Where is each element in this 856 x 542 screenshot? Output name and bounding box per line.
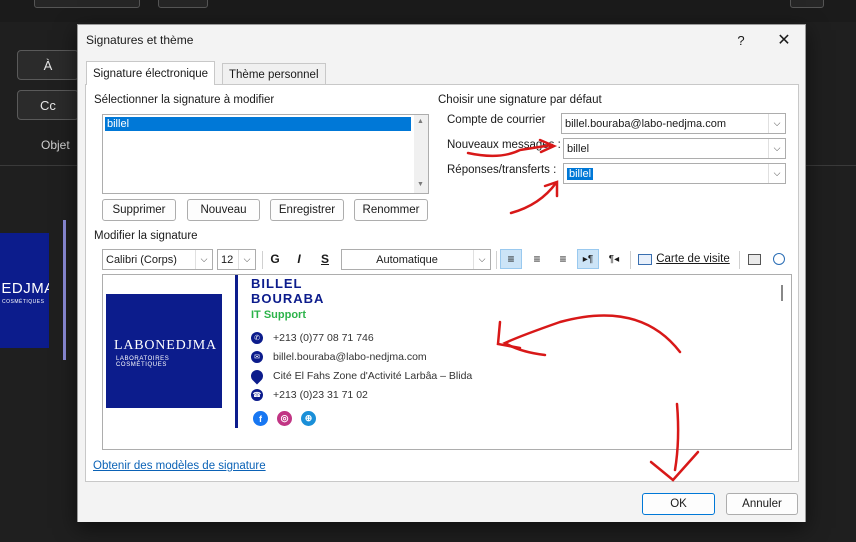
signature-mobile-row: ✆ +213 (0)77 08 71 746 [251, 332, 374, 344]
scroll-up-icon[interactable]: ▲ [417, 118, 424, 125]
underline-button[interactable]: S [316, 249, 334, 269]
mail-icon: ✉ [251, 351, 263, 363]
business-card-label: Carte de visite [656, 253, 730, 265]
chevron-down-icon[interactable]: ⌵ [238, 250, 255, 269]
background-topbar [0, 0, 856, 22]
signature-address-row: Cité El Fahs Zone d'Activité Larbâa – Bl… [248, 367, 473, 385]
background-logo-text: LABONEDJMA [0, 280, 49, 297]
insert-link-icon[interactable] [769, 249, 789, 269]
close-icon[interactable]: ✕ [772, 29, 796, 51]
signatures-dialog: Signatures et thème ? ✕ Signature électr… [77, 24, 806, 522]
save-button[interactable]: Enregistrer [270, 199, 344, 221]
tab-panel: Sélectionner la signature à modifier bil… [85, 84, 799, 482]
dialog-footer: OK Annuler [78, 484, 805, 522]
replies-label: Réponses/transferts : [447, 164, 557, 176]
select-signature-label: Sélectionner la signature à modifier [94, 94, 275, 106]
instagram-icon[interactable]: ◎ [277, 411, 292, 426]
signature-email: billel.bouraba@labo-nedjma.com [273, 351, 427, 363]
signature-listbox[interactable]: billel ▲ ▼ [102, 114, 429, 194]
location-icon [248, 367, 266, 385]
background-toolbar-block [790, 0, 824, 8]
italic-button[interactable]: I [290, 249, 308, 269]
font-value: Calibri (Corps) [106, 253, 177, 266]
fax-icon: ☎ [251, 389, 263, 401]
signature-divider [235, 275, 238, 428]
scroll-down-icon[interactable]: ▼ [417, 181, 424, 188]
toolbar-divider [496, 251, 497, 269]
chevron-down-icon[interactable]: ⌵ [768, 164, 785, 183]
help-icon[interactable]: ? [730, 29, 752, 51]
edit-signature-label: Modifier la signature [94, 230, 198, 242]
align-left-icon[interactable]: ≡ [500, 249, 522, 269]
ok-button[interactable]: OK [642, 493, 715, 515]
font-size-select[interactable]: 12 ⌵ [217, 249, 256, 270]
new-messages-label: Nouveaux messages : [447, 139, 561, 151]
website-icon[interactable]: ⊕ [301, 411, 316, 426]
account-label: Compte de courrier [447, 114, 546, 126]
listbox-scrollbar[interactable]: ▲ ▼ [414, 115, 428, 193]
account-value: billel.bouraba@labo-nedjma.com [565, 117, 726, 130]
tab-electronic-signature[interactable]: Signature électronique [86, 61, 216, 85]
background-toolbar-block [34, 0, 140, 8]
signature-phone: +213 (0)23 31 71 02 [273, 389, 368, 401]
business-card-icon [638, 253, 653, 265]
signature-logo-text: LABONEDJMA [114, 338, 217, 353]
chevron-down-icon[interactable]: ⌵ [195, 250, 212, 269]
new-button[interactable]: Nouveau [187, 199, 260, 221]
replies-select[interactable]: billel ⌵ [563, 163, 786, 184]
editor-scrollbar[interactable] [781, 285, 783, 301]
to-button[interactable]: À [17, 50, 79, 80]
subject-label: Objet [41, 138, 70, 152]
signature-logo: LABONEDJMA LABORATOIRES COSMÉTIQUES [106, 294, 222, 408]
background-logo-subtext: COSMÉTIQUES [2, 299, 45, 305]
signature-logo-subtext: LABORATOIRES COSMÉTIQUES [116, 356, 170, 368]
signature-last-name: BOURABA [251, 291, 325, 306]
toolbar-divider [630, 251, 631, 269]
account-select[interactable]: billel.bouraba@labo-nedjma.com ⌵ [561, 113, 786, 134]
signature-phone-row: ☎ +213 (0)23 31 71 02 [251, 389, 368, 401]
replies-value: billel [567, 167, 594, 180]
chevron-down-icon[interactable]: ⌵ [473, 250, 490, 269]
business-card-button[interactable]: Carte de visite [635, 249, 733, 269]
signature-address: Cité El Fahs Zone d'Activité Larbâa – Bl… [273, 370, 473, 382]
toolbar-divider [739, 251, 740, 269]
facebook-icon[interactable]: f [253, 411, 268, 426]
bold-button[interactable]: G [266, 249, 284, 269]
font-color-value: Automatique [376, 253, 438, 266]
font-size-value: 12 [221, 253, 234, 266]
ltr-paragraph-icon[interactable]: ▸¶ [577, 249, 599, 269]
background-signature-bar [63, 220, 66, 360]
chevron-down-icon[interactable]: ⌵ [768, 139, 785, 158]
signature-role: IT Support [251, 309, 306, 321]
toolbar-divider [262, 251, 263, 269]
cancel-button[interactable]: Annuler [726, 493, 798, 515]
rtl-paragraph-icon[interactable]: ¶◂ [603, 249, 625, 269]
default-signature-label: Choisir une signature par défaut [438, 94, 602, 106]
new-messages-value: billel [567, 142, 590, 155]
background-toolbar-block [158, 0, 208, 8]
get-signature-templates-link[interactable]: Obtenir des modèles de signature [93, 460, 266, 472]
signature-editor[interactable]: LABONEDJMA LABORATOIRES COSMÉTIQUES BILL… [102, 274, 792, 450]
align-center-icon[interactable]: ≡ [526, 249, 548, 269]
align-right-icon[interactable]: ≡ [552, 249, 574, 269]
font-color-select[interactable]: Automatique ⌵ [341, 249, 491, 270]
rename-button[interactable]: Renommer [354, 199, 428, 221]
background-logo: LABONEDJMA COSMÉTIQUES [0, 233, 49, 348]
signature-mobile: +213 (0)77 08 71 746 [273, 332, 374, 344]
signature-email-row: ✉ billel.bouraba@labo-nedjma.com [251, 351, 427, 363]
dialog-title: Signatures et thème [86, 33, 194, 47]
signature-name: BILLEL BOURABA [251, 276, 324, 306]
list-item[interactable]: billel [105, 117, 411, 131]
phone-icon: ✆ [251, 332, 263, 344]
insert-picture-icon[interactable] [744, 249, 764, 269]
chevron-down-icon[interactable]: ⌵ [768, 114, 785, 133]
cc-button[interactable]: Cc [17, 90, 79, 120]
delete-button[interactable]: Supprimer [102, 199, 176, 221]
signature-first-name: BILLEL [251, 276, 303, 291]
tab-personal-theme[interactable]: Thème personnel [222, 63, 326, 85]
font-select[interactable]: Calibri (Corps) ⌵ [102, 249, 213, 270]
new-messages-select[interactable]: billel ⌵ [563, 138, 786, 159]
